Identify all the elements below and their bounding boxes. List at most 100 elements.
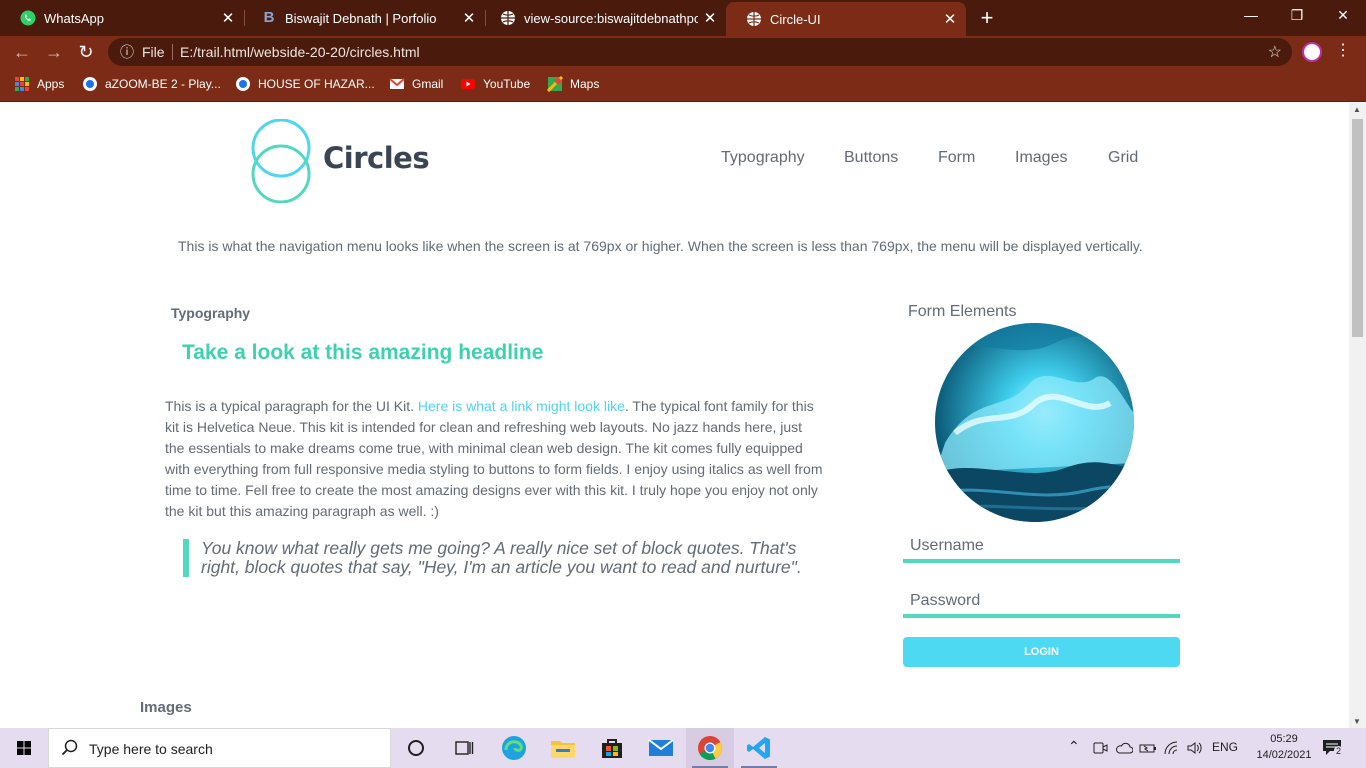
bookmark-house[interactable]: HOUSE OF HAZAR... [235,68,375,100]
browser-toolbar: ← → ↻ ⓘ File E:/trail.html/webside-20-20… [0,36,1366,68]
forward-arrow-icon[interactable]: → [42,40,66,64]
page-scrollbar[interactable]: ▲ ▼ [1349,103,1366,728]
clock-date: 14/02/2021 [1256,749,1312,761]
typography-label: Typography [171,305,251,321]
bookmark-label: Apps [37,77,65,91]
globe-icon [747,12,761,26]
block-quote: You know what really gets me going? A re… [183,539,803,577]
back-arrow-icon[interactable]: ← [10,40,34,64]
paragraph-text: This is a typical paragraph for the UI K… [165,398,418,414]
tab-strip: WhatsApp ✕ B Biswajit Debnath | Porfolio… [0,0,1366,36]
wifi-icon[interactable] [1163,740,1181,756]
address-scheme: File [142,44,165,60]
nav-buttons[interactable]: Buttons [844,149,898,167]
bookmark-youtube[interactable]: YouTube [460,68,530,100]
mail-icon[interactable] [637,728,685,768]
nav-images[interactable]: Images [1015,149,1067,167]
nav-grid[interactable]: Grid [1108,149,1138,167]
profile-avatar[interactable] [1302,42,1322,62]
tab-close-icon[interactable]: ✕ [698,9,722,27]
brand-name[interactable]: Circles [323,141,430,175]
edge-icon[interactable] [490,728,538,768]
bookmark-star-icon[interactable]: ☆ [1268,42,1282,62]
address-divider [172,44,173,60]
password-field[interactable]: Password [903,588,1180,618]
scroll-down-icon[interactable]: ▼ [1353,717,1361,726]
sample-link[interactable]: Here is what a link might look like [418,398,625,414]
bookmark-azoom[interactable]: aZOOM-BE 2 - Play... [82,68,221,100]
tab-title: view-source:biswajitdebnathportf [524,10,698,26]
disc-icon [83,77,97,91]
bookmark-label: YouTube [483,77,531,91]
meet-now-icon[interactable] [1092,740,1108,756]
bookmark-apps[interactable]: Apps [14,68,64,100]
nav-form[interactable]: Form [938,149,975,167]
images-label: Images [140,699,192,716]
headline: Take a look at this amazing headline [182,341,544,364]
onedrive-icon[interactable] [1115,740,1133,756]
bookmark-label: aZOOM-BE 2 - Play... [105,77,221,91]
tab-whatsapp[interactable]: WhatsApp ✕ [0,0,244,36]
tab-circle-ui[interactable]: Circle-UI ✕ [726,2,966,36]
circles-logo-icon[interactable] [250,119,312,203]
browser-menu-icon[interactable]: ⋮ [1334,40,1352,60]
search-placeholder: Type here to search [89,741,213,757]
disc-icon [236,77,250,91]
windows-taskbar: Type here to search ⌃ ENG 05:29 14/02/20… [0,728,1366,768]
tab-title: Biswajit Debnath | Porfolio [285,10,437,26]
page-viewport: Circles Typography Buttons Form Images G… [0,103,1349,728]
bookmark-maps[interactable]: Maps [547,68,599,100]
bookmarks-bar: Apps aZOOM-BE 2 - Play... HOUSE OF HAZAR… [0,68,1366,102]
scroll-up-icon[interactable]: ▲ [1353,105,1361,114]
search-icon [61,739,78,756]
reload-icon[interactable]: ↻ [74,40,98,64]
tab-close-icon[interactable]: ✕ [457,9,481,27]
apps-grid-icon [15,77,29,91]
tab-close-icon[interactable]: ✕ [938,10,962,28]
info-icon[interactable]: ⓘ [118,43,136,61]
gmail-icon [389,78,405,89]
restore-button[interactable]: ❐ [1274,0,1320,32]
cortana-icon[interactable] [392,728,440,768]
form-elements-title: Form Elements [908,303,1017,320]
minimize-button[interactable]: — [1228,0,1274,32]
bookmark-gmail[interactable]: Gmail [389,68,443,100]
bookmark-label: Maps [570,77,600,91]
ocean-wave-image [935,323,1134,522]
tab-view-source[interactable]: view-source:biswajitdebnathportf ✕ [480,0,726,36]
youtube-icon [461,79,475,89]
volume-icon[interactable] [1186,740,1204,756]
scrollbar-thumb[interactable] [1352,119,1363,337]
login-button[interactable]: LOGIN [903,637,1180,667]
tab-portfolio[interactable]: B Biswajit Debnath | Porfolio ✕ [241,0,485,36]
task-view-icon[interactable] [440,728,488,768]
store-icon[interactable] [588,728,636,768]
username-field[interactable]: Username [903,533,1180,563]
notification-count: 2 [1334,746,1344,756]
language-indicator[interactable]: ENG [1212,740,1238,754]
body-paragraph: This is a typical paragraph for the UI K… [165,396,825,522]
tab-close-icon[interactable]: ✕ [216,9,240,27]
taskbar-search[interactable]: Type here to search [48,728,391,768]
whatsapp-icon [20,10,36,26]
file-explorer-icon[interactable] [539,728,587,768]
paragraph-text: . The typical font family for this kit i… [165,398,823,519]
tab-title: WhatsApp [44,10,104,26]
windows-start-icon[interactable] [0,728,48,768]
nav-note: This is what the navigation menu looks l… [178,238,1143,254]
close-window-button[interactable]: ✕ [1320,0,1366,32]
notification-center[interactable]: 2 [1322,738,1344,758]
system-clock[interactable]: 05:29 14/02/2021 [1252,731,1316,763]
address-bar[interactable]: ⓘ File E:/trail.html/webside-20-20/circl… [108,38,1292,66]
vscode-icon[interactable] [735,728,783,768]
nav-typography[interactable]: Typography [721,149,805,167]
tab-title: Circle-UI [770,11,821,27]
bookmark-label: HOUSE OF HAZAR... [258,77,375,91]
address-url[interactable]: E:/trail.html/webside-20-20/circles.html [180,44,420,60]
new-tab-button[interactable]: + [975,4,999,32]
chrome-icon[interactable] [686,728,734,768]
globe-icon [501,11,515,25]
clock-time: 05:29 [1270,733,1298,745]
battery-icon[interactable] [1139,740,1157,756]
show-hidden-icons[interactable]: ⌃ [1068,738,1080,755]
